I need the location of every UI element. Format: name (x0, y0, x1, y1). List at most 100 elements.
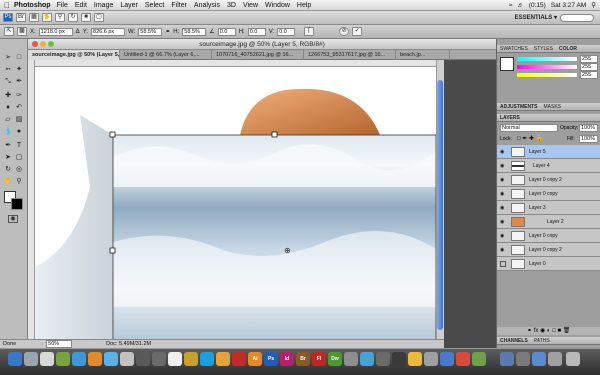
visibility-eye-icon[interactable]: ◉ (500, 205, 504, 211)
layer-row-layer-2[interactable]: ◉ Layer 2 (497, 215, 600, 229)
blue-slider[interactable] (517, 73, 577, 77)
width-percent-field[interactable]: 58.5% (138, 27, 163, 36)
arrange-documents-icon[interactable]: ■ (81, 13, 91, 22)
commit-transform-icon[interactable]: ✓ (352, 27, 363, 36)
layer-row-layer-3[interactable]: ◉ Layer 3 (497, 201, 600, 215)
tab-beach[interactable]: beach.jp... (396, 50, 450, 60)
layer-row-layer-5[interactable]: ◉ Layer 5 (497, 145, 600, 159)
indesign-icon[interactable]: Id (280, 352, 294, 366)
foreground-color-swatch[interactable] (11, 198, 23, 210)
layer-row-layer-4[interactable]: ◉ Layer 4 (497, 159, 600, 173)
folder-stack-icon[interactable] (548, 352, 562, 366)
applications-stack-icon[interactable] (500, 352, 514, 366)
menu-file[interactable]: File (57, 2, 68, 9)
zoom-window-icon[interactable] (48, 41, 54, 47)
visibility-eye-icon[interactable]: ◉ (500, 163, 504, 169)
quick-mask-icon[interactable]: ◉ (8, 215, 18, 223)
spotlight-icon[interactable]: ⚲ (591, 1, 596, 9)
red-slider[interactable] (517, 57, 577, 61)
flash-icon[interactable]: Fl (312, 352, 326, 366)
tab-paths[interactable]: PATHS (534, 337, 550, 344)
cs-live-search[interactable] (560, 13, 594, 22)
wifi-icon[interactable]: ≈ (509, 2, 513, 9)
3d-orbit-tool-icon[interactable]: ◎ (14, 165, 24, 175)
minimize-window-icon[interactable] (40, 41, 46, 47)
gradient-tool-icon[interactable]: ▨ (14, 115, 24, 125)
green-slider[interactable] (517, 65, 577, 69)
tab-channels[interactable]: CHANNELS (500, 337, 528, 344)
marquee-tool-icon[interactable]: □ (14, 53, 24, 63)
color-panel-swatch[interactable] (500, 57, 514, 71)
app-icon-6[interactable] (424, 352, 438, 366)
history-brush-tool-icon[interactable]: ↶ (14, 103, 24, 113)
layer-panel-footer-icons[interactable]: ⚭ fx ◉ ◐ □ ■ 🗑 (497, 327, 600, 335)
rotate-view-icon[interactable]: ↻ (68, 13, 78, 22)
v-skew-field[interactable]: 0.0 (277, 27, 296, 36)
visibility-eye-icon[interactable]: ◉ (500, 149, 504, 155)
quick-selection-tool-icon[interactable]: ✦ (14, 65, 24, 75)
vertical-ruler[interactable] (28, 60, 35, 342)
dreamweaver-icon[interactable]: Dw (328, 352, 342, 366)
visibility-eye-icon[interactable]: ◉ (500, 177, 504, 183)
warp-mode-icon[interactable]: ⌈ (304, 27, 315, 36)
frontrow-icon[interactable] (136, 352, 150, 366)
close-window-icon[interactable] (32, 41, 38, 47)
address-book-icon[interactable] (120, 352, 134, 366)
bridge-icon[interactable]: Br (16, 13, 26, 22)
3d-rotate-tool-icon[interactable]: ↻ (3, 165, 13, 175)
bridge-app-icon[interactable]: Br (296, 352, 310, 366)
illustrator-icon[interactable]: Ai (248, 352, 262, 366)
layer-row-layer-0-copy-b[interactable]: ◉ Layer 0 copy (497, 229, 600, 243)
layer-row-layer-0-copy-2[interactable]: ◉ Layer 0 copy 2 (497, 173, 600, 187)
skype-icon[interactable] (200, 352, 214, 366)
eraser-tool-icon[interactable]: ▱ (3, 115, 13, 125)
tab-adjustments[interactable]: ADJUSTMENTS (500, 103, 538, 110)
preferences-icon[interactable] (24, 352, 38, 366)
h-skew-field[interactable]: 0.0 (247, 27, 266, 36)
delta-icon[interactable]: Δ (76, 29, 80, 35)
vertical-scroll-thumb[interactable] (437, 80, 443, 330)
path-selection-tool-icon[interactable]: ➤ (3, 153, 13, 163)
hand-tool-icon[interactable]: ✋ (3, 177, 13, 187)
finder-icon[interactable] (8, 352, 22, 366)
firefox-icon[interactable] (88, 352, 102, 366)
tab-color[interactable]: COLOR (559, 45, 577, 52)
height-percent-field[interactable]: 58.5% (182, 27, 207, 36)
downloads-stack-icon[interactable] (532, 352, 546, 366)
visibility-eye-icon[interactable]: ◉ (500, 233, 504, 239)
visibility-eye-icon[interactable]: ◉ (500, 247, 504, 253)
app-icon-4[interactable] (376, 352, 390, 366)
dashboard-icon[interactable] (40, 352, 54, 366)
visibility-toggle-off[interactable] (500, 261, 506, 267)
tab-layers[interactable]: LAYERS (500, 114, 520, 121)
gold-app-icon[interactable] (184, 352, 198, 366)
menu-edit[interactable]: Edit (75, 2, 87, 9)
documents-stack-icon[interactable] (516, 352, 530, 366)
hand-tool-icon[interactable]: ✋ (42, 13, 52, 22)
screen-mode-icon[interactable]: ▢ (94, 13, 104, 22)
tab-1070716[interactable]: 1070716_40752621.jpg @ 16... (212, 50, 304, 60)
ichat-icon[interactable] (104, 352, 118, 366)
move-tool-icon[interactable]: ➢ (3, 53, 13, 63)
workspace-label[interactable]: ESSENTIALS ▾ (515, 14, 557, 21)
layer-row-layer-0[interactable]: Layer 0 (497, 257, 600, 271)
photoshop-icon[interactable]: Ps (264, 352, 278, 366)
transform-center-icon[interactable]: ⊕ (284, 246, 291, 255)
reference-point-icon[interactable]: ▩ (17, 27, 27, 36)
menu-3d[interactable]: 3D (227, 2, 236, 9)
tab-masks[interactable]: MASKS (544, 103, 562, 110)
menu-select[interactable]: Select (145, 2, 164, 9)
tab-1266753[interactable]: 1266753_95317617.jpg @ 16... (304, 50, 396, 60)
app-icon-8[interactable] (456, 352, 470, 366)
zoom-tool-icon[interactable]: ⚲ (55, 13, 65, 22)
menu-filter[interactable]: Filter (171, 2, 187, 9)
app-menu[interactable]: Photoshop (14, 2, 51, 9)
x-field[interactable]: 1218.0 px (38, 27, 73, 36)
eyedropper-tool-icon[interactable]: ✒ (14, 77, 24, 87)
y-field[interactable]: 826.6 px (91, 27, 126, 36)
blue-value-field[interactable]: 255 (580, 71, 598, 79)
app-icon-5[interactable] (392, 352, 406, 366)
apple-menu-icon[interactable]:  (0, 1, 14, 10)
menu-view[interactable]: View (243, 2, 258, 9)
fill-field[interactable]: 100% (579, 135, 598, 143)
